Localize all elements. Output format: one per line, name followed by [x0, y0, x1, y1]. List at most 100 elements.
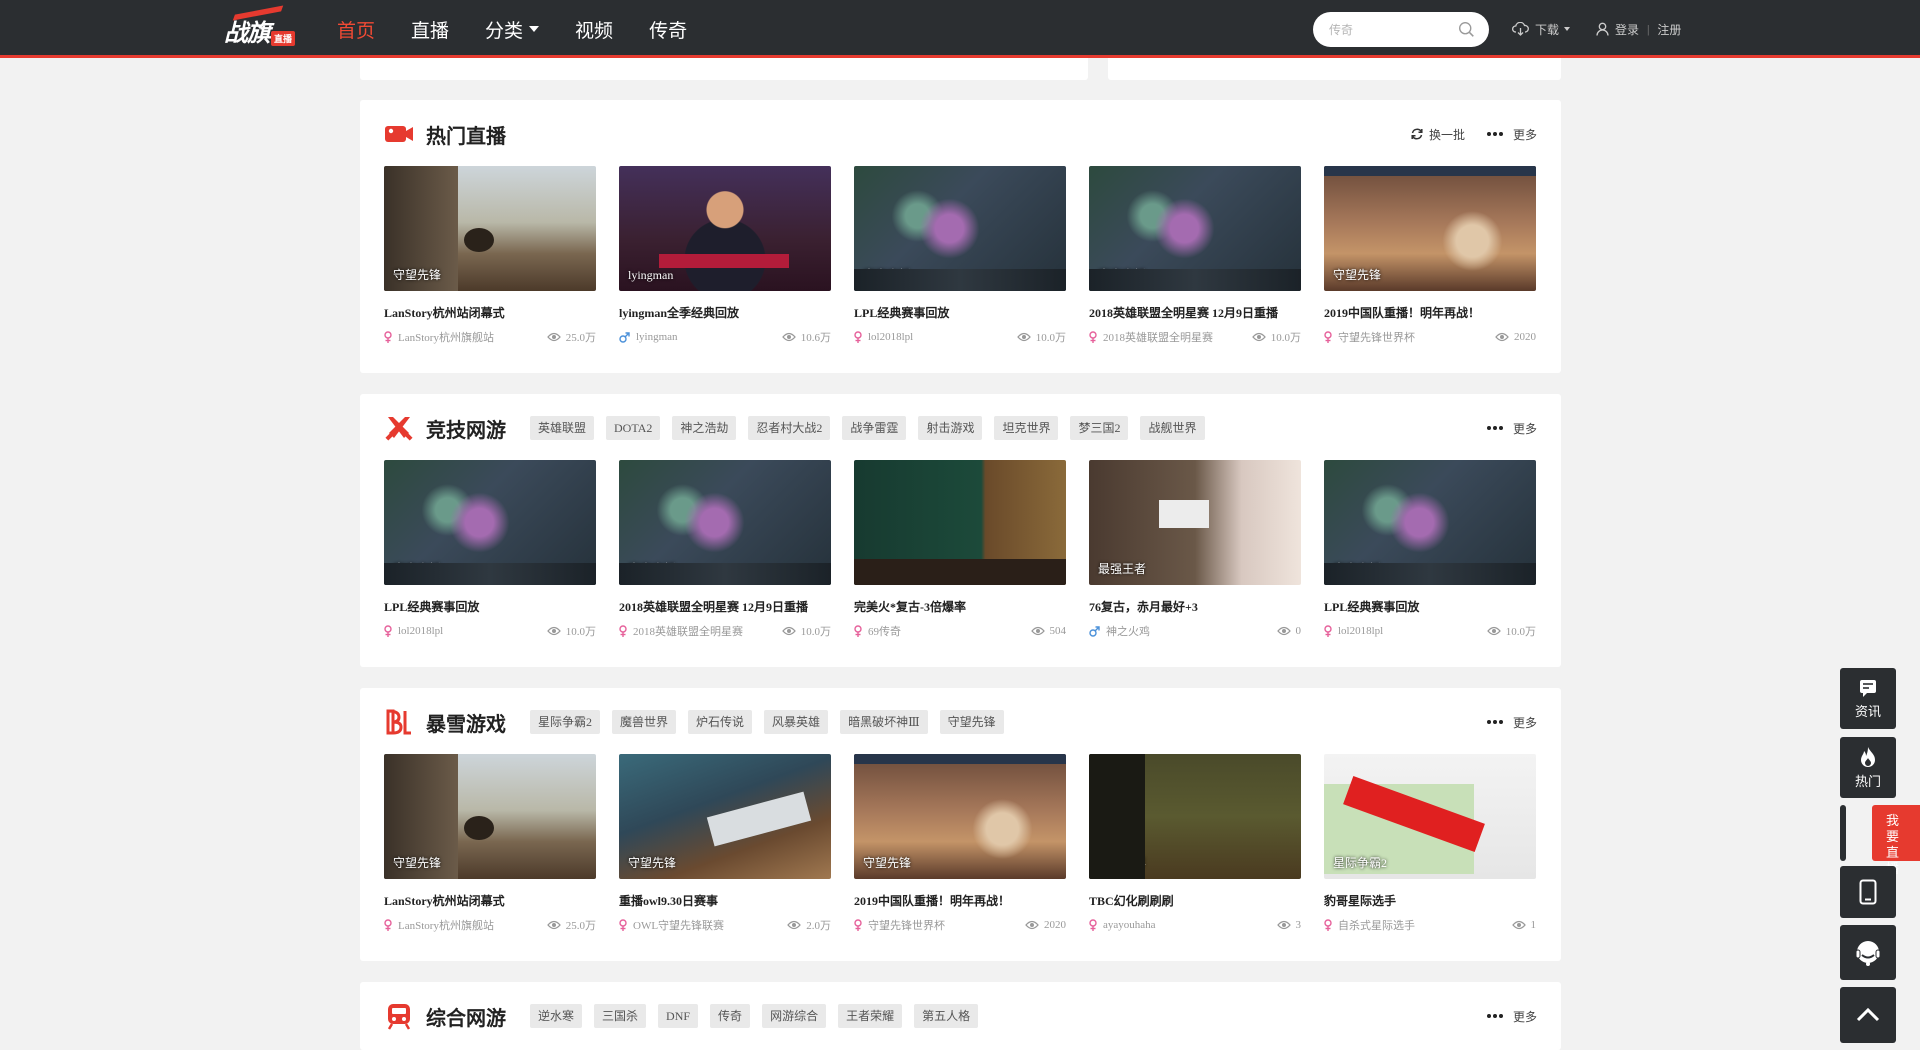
sidebar-hot-button[interactable]: 热门: [1840, 737, 1896, 798]
sidebar-go-live-button[interactable]: 我要直播: [1872, 805, 1920, 876]
stream-card[interactable]: 魔兽世界 TBC幻化刷刷刷 ayayouhaha 3: [1089, 754, 1301, 933]
category-tag[interactable]: DNF: [658, 1004, 699, 1028]
stream-thumbnail[interactable]: 赛事直播: [1089, 166, 1301, 291]
stream-title[interactable]: 2018英雄联盟全明星赛 12月9日重播: [619, 598, 831, 614]
stream-card[interactable]: 守望先锋 重播owl9.30日赛事 OWL守望先锋联赛 2.0万: [619, 754, 831, 933]
stream-title[interactable]: LPL经典赛事回放: [1324, 598, 1536, 614]
stream-title[interactable]: lyingman全季经典回放: [619, 304, 831, 320]
search-icon[interactable]: [1458, 21, 1475, 38]
category-tag[interactable]: 暗黑破坏神Ⅲ: [840, 710, 928, 734]
streamer-name[interactable]: 2018英雄联盟全明星赛: [1089, 329, 1252, 345]
section-title[interactable]: 综合网游: [426, 1002, 506, 1031]
category-tag[interactable]: 战舰世界: [1140, 416, 1205, 440]
streamer-name[interactable]: OWL守望先锋联赛: [619, 917, 787, 933]
stream-card[interactable]: 守望先锋 2019中国队重播！明年再战！ 守望先锋世界杯 2020: [854, 754, 1066, 933]
streamer-name[interactable]: lyingman: [619, 331, 782, 343]
stream-title[interactable]: 2019中国队重播！明年再战！: [1324, 304, 1536, 320]
streamer-name[interactable]: 69传奇: [854, 623, 1031, 639]
section-title[interactable]: 热门直播: [426, 120, 506, 149]
more-button[interactable]: 更多: [1486, 714, 1537, 731]
streamer-name[interactable]: 守望先锋世界杯: [854, 917, 1025, 933]
streamer-name[interactable]: lol2018lpl: [1324, 625, 1487, 637]
stream-thumbnail[interactable]: 赛事直播: [854, 166, 1066, 291]
streamer-name[interactable]: lol2018lpl: [384, 625, 547, 637]
stream-title[interactable]: 76复古，赤月最好+3: [1089, 598, 1301, 614]
stream-title[interactable]: 重播owl9.30日赛事: [619, 892, 831, 908]
stream-card[interactable]: 赛事直播 2018英雄联盟全明星赛 12月9日重播 2018英雄联盟全明星赛 10.0…: [619, 460, 831, 639]
stream-card[interactable]: lyingman lyingman全季经典回放 lyingman 10.6万: [619, 166, 831, 345]
stream-card[interactable]: 赛事直播 2018英雄联盟全明星赛 12月9日重播 2018英雄联盟全明星赛 10.0…: [1089, 166, 1301, 345]
sidebar-support-button[interactable]: [1840, 925, 1896, 980]
category-tag[interactable]: 忍者村大战2: [748, 416, 831, 440]
stream-thumbnail[interactable]: 英雄联盟: [854, 460, 1066, 585]
stream-thumbnail[interactable]: 守望先锋: [854, 754, 1066, 879]
stream-thumbnail[interactable]: 守望先锋: [384, 754, 596, 879]
stream-title[interactable]: 2018英雄联盟全明星赛 12月9日重播: [1089, 304, 1301, 320]
stream-thumbnail[interactable]: lyingman: [619, 166, 831, 291]
site-logo[interactable]: 战旗 直播: [224, 5, 296, 48]
stream-card[interactable]: 英雄联盟 完美火*复古-3倍爆率 69传奇 504: [854, 460, 1066, 639]
category-tag[interactable]: 星际争霸2: [530, 710, 601, 734]
section-title[interactable]: 暴雪游戏: [426, 708, 506, 737]
stream-thumbnail[interactable]: 赛事直播: [1324, 460, 1536, 585]
category-tag[interactable]: 射击游戏: [918, 416, 983, 440]
category-tag[interactable]: DOTA2: [606, 416, 661, 440]
category-tag[interactable]: 魔兽世界: [612, 710, 677, 734]
sidebar-mobile-button[interactable]: [1840, 866, 1896, 918]
search-input[interactable]: [1329, 20, 1449, 40]
category-tag[interactable]: 第五人格: [914, 1004, 979, 1028]
nav-video[interactable]: 视频: [575, 16, 613, 43]
streamer-name[interactable]: 2018英雄联盟全明星赛: [619, 623, 782, 639]
stream-title[interactable]: TBC幻化刷刷刷: [1089, 892, 1301, 908]
stream-card[interactable]: 守望先锋 LanStory杭州站闭幕式 LanStory杭州旗舰站 25.0万: [384, 166, 596, 345]
stream-thumbnail[interactable]: 守望先锋: [1324, 166, 1536, 291]
section-title[interactable]: 竞技网游: [426, 414, 506, 443]
stream-card[interactable]: 赛事直播 LPL经典赛事回放 lol2018lpl 10.0万: [384, 460, 596, 639]
stream-title[interactable]: LanStory杭州站闭幕式: [384, 304, 596, 320]
category-tag[interactable]: 王者荣耀: [838, 1004, 903, 1028]
more-button[interactable]: 更多: [1486, 1008, 1537, 1025]
streamer-name[interactable]: lol2018lpl: [854, 331, 1017, 343]
stream-thumbnail[interactable]: 赛事直播: [384, 460, 596, 585]
category-tag[interactable]: 三国杀: [594, 1004, 647, 1028]
stream-thumbnail[interactable]: 最强王者: [1089, 460, 1301, 585]
login-link[interactable]: 登录: [1615, 21, 1639, 38]
register-link[interactable]: 注册: [1657, 21, 1681, 38]
stream-card[interactable]: 守望先锋 LanStory杭州站闭幕式 LanStory杭州旗舰站 25.0万: [384, 754, 596, 933]
stream-card[interactable]: 最强王者 76复古，赤月最好+3 神之火鸡 0: [1089, 460, 1301, 639]
stream-title[interactable]: LanStory杭州站闭幕式: [384, 892, 596, 908]
stream-thumbnail[interactable]: 守望先锋: [619, 754, 831, 879]
stream-thumbnail[interactable]: 魔兽世界: [1089, 754, 1301, 879]
stream-thumbnail[interactable]: 赛事直播: [619, 460, 831, 585]
stream-title[interactable]: LPL经典赛事回放: [854, 304, 1066, 320]
stream-title[interactable]: 2019中国队重播！明年再战！: [854, 892, 1066, 908]
streamer-name[interactable]: 神之火鸡: [1089, 623, 1277, 639]
category-tag[interactable]: 逆水寒: [530, 1004, 583, 1028]
category-tag[interactable]: 炉石传说: [688, 710, 753, 734]
streamer-name[interactable]: LanStory杭州旗舰站: [384, 329, 547, 345]
nav-category[interactable]: 分类: [485, 16, 540, 43]
category-tag[interactable]: 坦克世界: [994, 416, 1059, 440]
nav-live[interactable]: 直播: [411, 16, 449, 43]
category-tag[interactable]: 风暴英雄: [764, 710, 829, 734]
stream-thumbnail[interactable]: 守望先锋: [384, 166, 596, 291]
stream-card[interactable]: 守望先锋 2019中国队重播！明年再战！ 守望先锋世界杯 2020: [1324, 166, 1536, 345]
sidebar-news-button[interactable]: 资讯: [1840, 668, 1896, 729]
streamer-name[interactable]: ayayouhaha: [1089, 919, 1277, 931]
nav-legend[interactable]: 传奇: [649, 16, 687, 43]
download-menu[interactable]: 下载: [1512, 0, 1571, 58]
streamer-name[interactable]: LanStory杭州旗舰站: [384, 917, 547, 933]
refresh-button[interactable]: 换一批: [1411, 126, 1465, 143]
streamer-name[interactable]: 自杀式星际选手: [1324, 917, 1512, 933]
category-tag[interactable]: 网游综合: [762, 1004, 827, 1028]
streamer-name[interactable]: 守望先锋世界杯: [1324, 329, 1495, 345]
category-tag[interactable]: 英雄联盟: [530, 416, 595, 440]
stream-thumbnail[interactable]: 星际争霸2: [1324, 754, 1536, 879]
category-tag[interactable]: 传奇: [710, 1004, 751, 1028]
category-tag[interactable]: 战争雷霆: [842, 416, 907, 440]
stream-card[interactable]: 星际争霸2 豹哥星际选手 自杀式星际选手 1: [1324, 754, 1536, 933]
stream-title[interactable]: LPL经典赛事回放: [384, 598, 596, 614]
stream-title[interactable]: 豹哥星际选手: [1324, 892, 1536, 908]
category-tag[interactable]: 守望先锋: [939, 710, 1004, 734]
stream-title[interactable]: 完美火*复古-3倍爆率: [854, 598, 1066, 614]
